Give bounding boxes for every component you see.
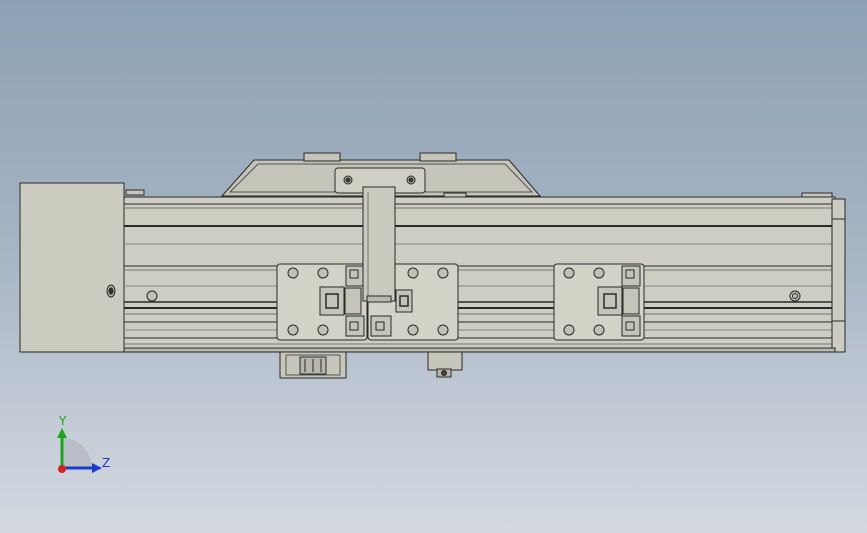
y-axis-label: Y xyxy=(59,414,67,428)
x-axis-arrow xyxy=(58,465,66,473)
z-axis-label: Z xyxy=(102,456,111,470)
sensor-bracket xyxy=(279,351,347,379)
aluminum-extrusion-rail xyxy=(123,196,836,353)
motor-block xyxy=(19,182,125,353)
clamp-plate-left xyxy=(276,263,368,341)
sensor-connector xyxy=(427,351,463,378)
linear-actuator-model[interactable] xyxy=(0,0,867,533)
clamp-plate-right xyxy=(553,263,645,341)
graphics-viewport[interactable]: Y Z xyxy=(0,0,867,533)
end-cap xyxy=(831,198,846,353)
bracket-arm xyxy=(362,186,396,303)
